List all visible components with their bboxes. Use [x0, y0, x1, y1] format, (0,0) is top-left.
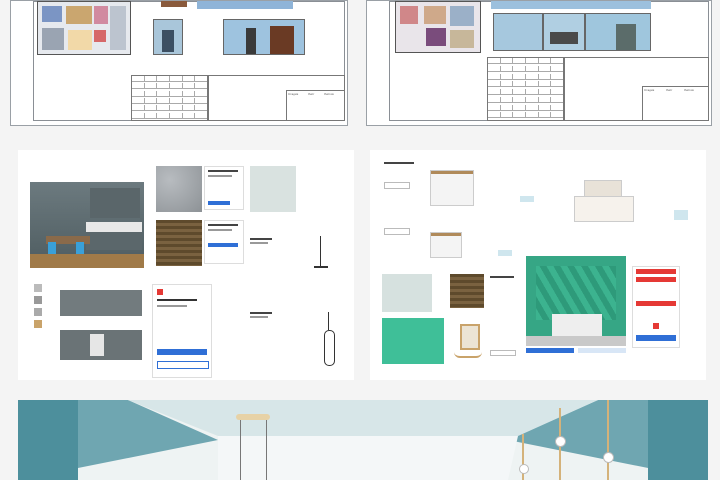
pendant-rail-lamp: [236, 414, 270, 480]
buy-button[interactable]: [636, 335, 676, 341]
title-block: Стадия Лист Листов: [563, 57, 709, 121]
nightstand-image: [430, 232, 462, 258]
elevation-wall-b: [543, 13, 585, 51]
product-card-concrete[interactable]: [204, 166, 244, 210]
tile-texture: [250, 166, 296, 212]
kitchen-render: [30, 182, 144, 268]
tag-label: [498, 250, 512, 256]
stamp-label-sheet: Лист: [666, 88, 673, 92]
pendant-lamp: [602, 400, 614, 480]
cart-button[interactable]: [157, 361, 209, 369]
stamp-label-stage: Стадия: [288, 92, 299, 96]
product-card-lamp[interactable]: [250, 310, 276, 350]
kitchen-cabinets: [60, 290, 142, 360]
product-card-small[interactable]: [490, 274, 520, 364]
buy-button[interactable]: [208, 243, 238, 247]
stamp-label-stage: Стадия: [644, 88, 655, 92]
title-block-table: [131, 75, 209, 121]
kitchen-icons: [34, 284, 44, 344]
plaster-texture: [382, 274, 432, 312]
render-action-buttons: [526, 348, 626, 354]
drawing-sheet-left: Стадия Лист Листов: [10, 0, 348, 126]
elevation-wall: [223, 19, 305, 55]
concrete-texture: [156, 166, 202, 212]
elevation-door: [153, 19, 183, 55]
stamp-label-sheets: Листов: [324, 92, 334, 96]
product-card-wood[interactable]: [204, 220, 244, 264]
capsule-lamp-icon: [324, 312, 335, 370]
pendant-lamp: [554, 408, 566, 480]
pendant-lamp-icon: [314, 236, 328, 272]
elevation-thumb: [161, 1, 187, 7]
wood-texture: [156, 220, 202, 266]
mint-texture: [382, 318, 444, 364]
elevation-wall-c: [585, 13, 651, 51]
drawing-sheet-right: Стадия Лист Листов: [366, 0, 712, 126]
product-card-tile[interactable]: [250, 236, 274, 276]
title-block: Стадия Лист Листов: [207, 75, 345, 121]
buy-button[interactable]: [208, 201, 230, 205]
elevation-strip: [491, 1, 651, 9]
rocking-chair-image: [450, 324, 484, 360]
stamp-label-sheet: Лист: [308, 92, 315, 96]
bedroom-render: [526, 256, 626, 346]
floor-plan: [395, 1, 481, 53]
elevation-strip: [197, 1, 293, 9]
buy-button[interactable]: [157, 349, 207, 355]
product-card-dresser[interactable]: [384, 162, 420, 235]
dresser-image: [430, 170, 474, 206]
floor-plan: [37, 1, 131, 55]
stamp-label-sheets: Листов: [684, 88, 694, 92]
product-card-wallpaper[interactable]: [632, 266, 680, 348]
wood-texture: [450, 274, 484, 308]
product-card-kitchen[interactable]: [152, 284, 212, 378]
kitchen-moodboard: [18, 150, 354, 380]
tag-label: [674, 210, 688, 220]
elevation-wall-a: [493, 13, 543, 51]
ceiling-render: [18, 400, 708, 480]
pendant-lamp: [518, 434, 529, 480]
tag-label: [520, 196, 534, 202]
bed-image: [570, 180, 634, 224]
title-block-table: [487, 57, 565, 121]
bedroom-moodboard: [370, 150, 706, 380]
